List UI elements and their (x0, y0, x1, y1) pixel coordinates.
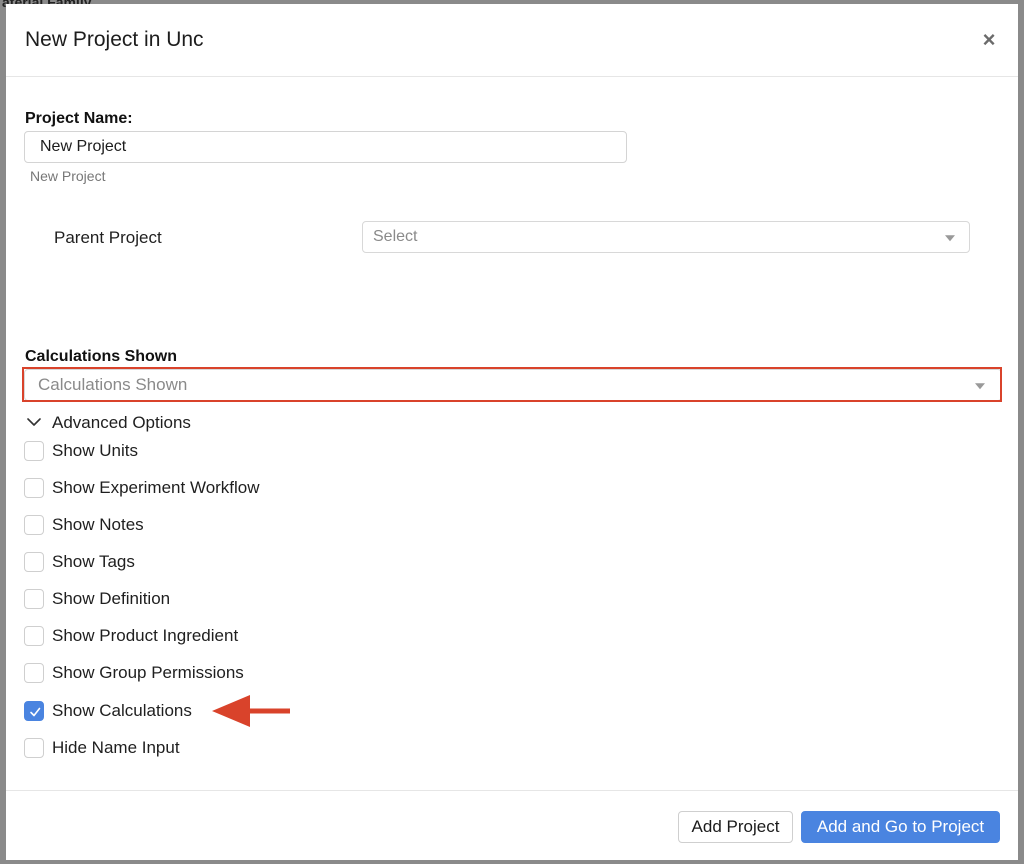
option-label: Show Group Permissions (52, 663, 244, 682)
option-label: Show Product Ingredient (52, 626, 239, 645)
option-label: Show Definition (52, 589, 171, 608)
checkmark-icon (30, 707, 41, 717)
project-name-input[interactable] (24, 131, 627, 163)
option-label: Show Notes (52, 515, 144, 534)
option-label: Show Calculations (52, 701, 192, 720)
option-label: Show Tags (52, 552, 135, 571)
option-label: Show Experiment Workflow (52, 478, 260, 497)
option-label: Show Units (52, 441, 138, 460)
checkbox-hide-name-input[interactable] (24, 738, 44, 758)
add-and-go-to-project-button[interactable]: Add and Go to Project (801, 811, 1000, 843)
arrow-left-icon (212, 695, 290, 727)
parent-project-label: Parent Project (54, 228, 162, 247)
checkbox-show-group-permissions[interactable] (24, 663, 44, 683)
calculations-shown-label: Calculations Shown (25, 348, 178, 365)
modal-footer: Add Project Add and Go to Project (6, 790, 1018, 861)
checkbox-show-calculations[interactable] (24, 701, 44, 721)
annotation-highlight-box (22, 367, 1002, 402)
close-icon[interactable]: × (975, 26, 1003, 54)
new-project-modal: New Project in Unc × Project Name: New P… (6, 4, 1018, 860)
caret-down-icon (945, 235, 955, 242)
add-project-button[interactable]: Add Project (678, 811, 793, 843)
option-label: Hide Name Input (52, 738, 180, 757)
project-name-label: Project Name: (25, 110, 133, 127)
checkbox-show-units[interactable] (24, 441, 44, 461)
checkbox-show-tags[interactable] (24, 552, 44, 572)
parent-project-select-value: Select (373, 228, 418, 245)
chevron-down-icon (27, 418, 41, 426)
modal-header: New Project in Unc × (6, 4, 1018, 77)
advanced-options-label: Advanced Options (52, 413, 191, 432)
checkbox-show-product-ingredient[interactable] (24, 626, 44, 646)
modal-title: New Project in Unc (25, 28, 204, 51)
checkbox-show-experiment-workflow[interactable] (24, 478, 44, 498)
parent-project-select[interactable]: Select (362, 221, 970, 253)
project-name-hint: New Project (30, 168, 106, 184)
checkbox-show-definition[interactable] (24, 589, 44, 609)
checkbox-show-notes[interactable] (24, 515, 44, 535)
